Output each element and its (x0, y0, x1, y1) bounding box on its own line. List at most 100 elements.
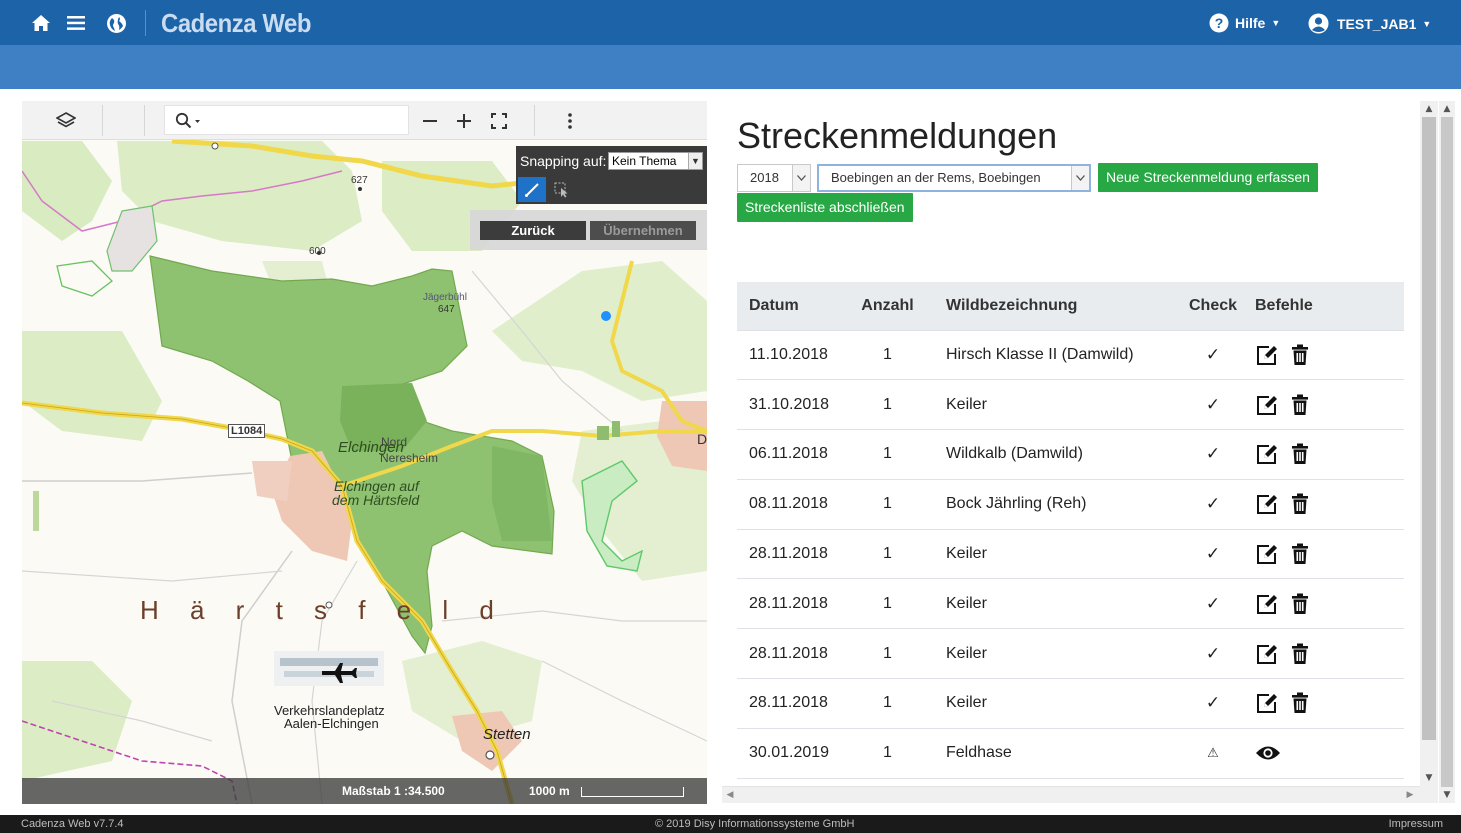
scroll-up-icon[interactable]: ▲ (1439, 101, 1455, 117)
scroll-thumb[interactable] (1422, 117, 1436, 740)
home-icon[interactable] (30, 12, 52, 34)
checkmark-icon: ✓ (1205, 494, 1221, 514)
cell-date: 06.11.2018 (737, 429, 845, 480)
delete-icon[interactable] (1291, 643, 1309, 665)
search-icon[interactable] (171, 109, 205, 133)
app-title[interactable]: Cadenza Web (161, 8, 311, 39)
table-row[interactable]: 28.11.2018 1 Keiler ✓ (737, 578, 1404, 630)
panel-horizontal-scrollbar[interactable]: ◀ ▶ (722, 786, 1420, 803)
scale-rule (581, 787, 684, 797)
edit-icon[interactable] (1255, 344, 1279, 366)
layers-icon[interactable] (54, 109, 78, 133)
table-row[interactable]: 30.01.2019 1 Feldhase ⚠ (737, 728, 1404, 779)
edit-icon[interactable] (1255, 443, 1279, 465)
table-row[interactable]: 28.11.2018 1 Keiler ✓ (737, 678, 1404, 729)
map-view[interactable]: D 627 600 Jägerbühl 647 L1084 Elchingen … (22, 101, 707, 804)
scroll-left-icon[interactable]: ◀ (722, 787, 738, 803)
close-list-button[interactable]: Streckenliste abschließen (737, 193, 913, 222)
table-row[interactable]: 08.11.2018 1 Bock Jährling (Reh) ✓ (737, 479, 1404, 530)
delete-icon[interactable] (1291, 543, 1309, 565)
scroll-thumb[interactable] (1441, 117, 1453, 787)
user-avatar-icon (1308, 13, 1329, 34)
help-menu[interactable]: ? Hilfe ▼ (1209, 13, 1280, 33)
edit-icon[interactable] (1255, 692, 1279, 714)
draw-line-tool[interactable] (518, 177, 546, 202)
hunting-ground-select[interactable]: Boebingen an der Rems, Boebingen (817, 164, 1091, 192)
view-icon[interactable] (1255, 744, 1281, 762)
cell-game: Bock Jährling (Reh) (930, 479, 1184, 530)
more-options-icon[interactable] (560, 109, 580, 133)
delete-icon[interactable] (1291, 493, 1309, 515)
table-row[interactable]: 06.11.2018 1 Wildkalb (Damwild) ✓ (737, 429, 1404, 480)
delete-icon[interactable] (1291, 593, 1309, 615)
cell-check: ✓ (1184, 529, 1242, 580)
zoom-in-icon[interactable] (454, 109, 474, 133)
new-report-button[interactable]: Neue Streckenmeldung erfassen (1098, 163, 1318, 192)
footer: Cadenza Web v7.7.4 © 2019 Disy Informati… (0, 815, 1461, 833)
table-row[interactable]: 28.11.2018 1 Keiler ✓ (737, 529, 1404, 580)
table-row[interactable]: 31.10.2018 1 Keiler ✓ (737, 379, 1404, 431)
toolbar-separator (534, 105, 535, 136)
column-header-count[interactable]: Anzahl (845, 282, 930, 331)
cell-date: 08.11.2018 (737, 479, 845, 530)
year-select-value: 2018 (750, 170, 779, 185)
edit-icon[interactable] (1255, 593, 1279, 615)
select-edit-tool[interactable] (550, 177, 574, 202)
edit-icon[interactable] (1255, 493, 1279, 515)
delete-icon[interactable] (1291, 692, 1309, 714)
year-select[interactable]: 2018 (737, 164, 811, 192)
hamburger-menu-icon[interactable] (65, 12, 87, 34)
edit-icon[interactable] (1255, 543, 1279, 565)
user-menu[interactable]: TEST_JAB1 ▼ (1308, 13, 1431, 34)
user-label: TEST_JAB1 (1337, 15, 1417, 32)
cell-actions (1242, 429, 1404, 480)
globe-icon[interactable] (105, 12, 127, 34)
panel-vertical-scrollbar[interactable]: ▲ ▼ (1420, 101, 1438, 803)
cell-game: Keiler (930, 379, 1184, 431)
snapping-select[interactable]: Kein Thema ▼ (608, 152, 703, 170)
page-title: Streckenmeldungen (737, 115, 1058, 156)
apply-button[interactable]: Übernehmen (590, 221, 696, 240)
column-header-check[interactable]: Check (1184, 282, 1242, 331)
map-toolbar (22, 101, 707, 140)
map-label-edge: D (697, 431, 707, 447)
sub-navbar (0, 45, 1461, 89)
delete-icon[interactable] (1291, 344, 1309, 366)
delete-icon[interactable] (1291, 394, 1309, 416)
map-label-elevation: 600 (309, 246, 326, 257)
column-header-game[interactable]: Wildbezeichnung (930, 282, 1184, 331)
imprint-link[interactable]: Impressum (1389, 815, 1443, 833)
map-search-input[interactable] (164, 105, 409, 135)
scroll-right-icon[interactable]: ▶ (1402, 787, 1418, 803)
table-row[interactable]: 28.11.2018 1 Keiler ✓ (737, 628, 1404, 680)
scale-distance-label: 1000 m (529, 784, 570, 798)
map-label-road: L1084 (228, 424, 266, 438)
map-label-stetten: Stetten (483, 726, 531, 743)
help-label: Hilfe (1235, 15, 1266, 31)
cell-check: ✓ (1184, 429, 1242, 480)
svg-text:?: ? (1215, 15, 1224, 31)
zoom-out-icon[interactable] (420, 109, 440, 133)
map-label-elevation: 647 (438, 304, 455, 315)
scroll-down-icon[interactable]: ▼ (1439, 787, 1455, 803)
delete-icon[interactable] (1291, 443, 1309, 465)
map-label-elevation: 627 (351, 175, 368, 186)
scroll-down-icon[interactable]: ▼ (1420, 770, 1438, 786)
page-vertical-scrollbar[interactable]: ▲ ▼ (1439, 101, 1455, 803)
help-icon: ? (1209, 13, 1229, 33)
checkmark-icon: ✓ (1205, 444, 1221, 464)
cell-count: 1 (845, 529, 930, 580)
cell-game: Keiler (930, 628, 1184, 680)
top-navbar: Cadenza Web ? Hilfe ▼ TEST_JAB1 ▼ (0, 0, 1461, 45)
reports-panel: Streckenmeldungen 2018 Boebingen an der … (720, 101, 1420, 803)
column-header-date[interactable]: Datum (737, 282, 845, 331)
cell-date: 28.11.2018 (737, 628, 845, 680)
snapping-select-value: Kein Thema (612, 154, 677, 168)
fullscreen-icon[interactable] (489, 109, 509, 133)
edit-icon[interactable] (1255, 643, 1279, 665)
edit-icon[interactable] (1255, 394, 1279, 416)
back-button[interactable]: Zurück (480, 221, 586, 240)
table-row[interactable]: 11.10.2018 1 Hirsch Klasse II (Damwild) ✓ (737, 330, 1404, 381)
cell-count: 1 (845, 578, 930, 630)
scroll-up-icon[interactable]: ▲ (1420, 101, 1438, 117)
